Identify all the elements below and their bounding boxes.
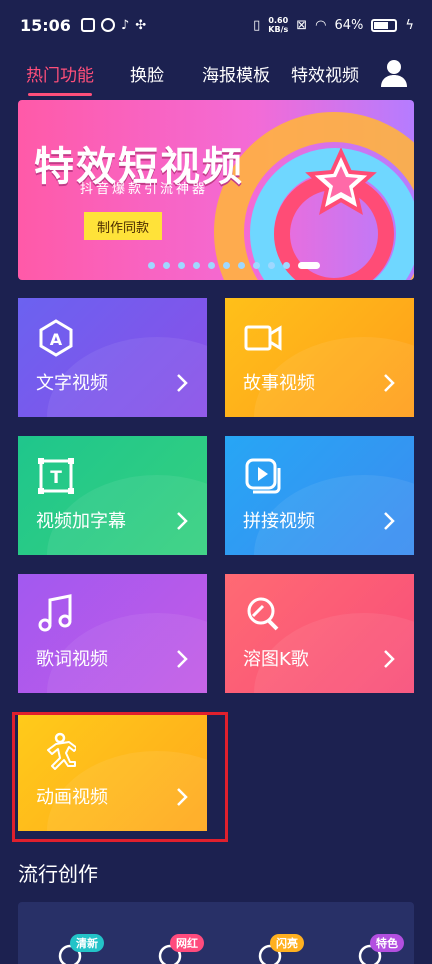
wifi-icon: ◠ [315,17,327,33]
category-badge: 清新 [70,934,104,952]
popular-creation-panel: 清新 网红 闪亮 特色 [18,902,414,964]
pagination-dot[interactable] [268,262,275,269]
status-bar: 15:06 ♪ ✣ ▯ 0.60 KB/s ⊠ ◠ 64% ϟ [0,0,432,50]
category-badge: 特色 [370,934,404,952]
tab-poster-templates[interactable]: 海报模板 [202,50,270,96]
pagination-dot[interactable] [193,262,200,269]
tab-face-swap[interactable]: 换脸 [130,50,164,96]
network-speed-unit: KB/s [268,25,289,34]
video-subtitle-card[interactable]: T 视频加字幕 [18,436,207,555]
status-time: 15:06 [20,15,71,35]
card-label: 歌词视频 [36,649,108,670]
chevron-right-icon [384,374,395,392]
camera-icon [244,325,282,351]
svg-text:T: T [50,468,62,488]
tab-hot-features[interactable]: 热门功能 [26,50,94,96]
music-note-icon [38,594,72,632]
card-label: 溶图K歌 [243,649,309,670]
promo-banner[interactable]: 特效短视频 抖音爆款引流神器 制作同款 [18,100,414,280]
card-label: 文字视频 [36,373,108,394]
play-stack-icon [245,458,281,494]
animation-video-card[interactable]: 动画视频 [18,712,207,831]
story-video-card[interactable]: 故事视频 [225,298,414,417]
vibrate-icon: ▯ [253,17,261,33]
status-right: ▯ 0.60 KB/s ⊠ ◠ 64% ϟ [253,16,414,34]
pagination-dot[interactable] [223,262,230,269]
star-icon [305,148,377,216]
category-badge: 网红 [170,934,204,952]
battery-percent: 64% [334,17,364,33]
chevron-right-icon [177,512,188,530]
tab-effect-video[interactable]: 特效视频 [291,50,359,96]
pagination-dot[interactable] [163,262,170,269]
chevron-right-icon [177,374,188,392]
tab-label: 热门功能 [26,65,94,86]
notification-icons: ♪ ✣ [80,17,147,33]
banner-pagination [148,262,320,269]
tiktok-icon: ♪ [120,17,130,33]
subtitle-t-icon: T [38,458,74,494]
fan-icon: ✣ [135,17,147,33]
category-badge: 闪亮 [270,934,304,952]
network-speed: 0.60 KB/s [268,16,288,34]
network-speed-value: 0.60 [268,16,289,25]
pagination-dot[interactable] [298,262,320,269]
chevron-right-icon [177,788,188,806]
text-a-icon: A [39,319,73,357]
profile-icon[interactable] [380,58,408,88]
running-person-icon [47,732,76,770]
top-tabs: 热门功能 换脸 海报模板 特效视频 [0,50,432,96]
pagination-dot[interactable] [208,262,215,269]
svg-text:A: A [50,330,63,349]
make-same-button[interactable]: 制作同款 [84,212,162,240]
text-video-card[interactable]: A 文字视频 [18,298,207,417]
lyrics-video-card[interactable]: 歌词视频 [18,574,207,693]
mic-icon [247,597,279,631]
card-label: 视频加字幕 [36,511,126,532]
splice-video-card[interactable]: 拼接视频 [225,436,414,555]
blend-karaoke-card[interactable]: 溶图K歌 [225,574,414,693]
pagination-dot[interactable] [178,262,185,269]
chevron-right-icon [384,512,395,530]
section-title: 流行创作 [18,862,98,886]
card-label: 拼接视频 [243,511,315,532]
pagination-dot[interactable] [148,262,155,269]
sim-icon: ⊠ [296,17,308,33]
tab-label: 换脸 [130,65,164,86]
pagination-dot[interactable] [283,262,290,269]
app-notification-icon [80,18,95,32]
chevron-right-icon [384,650,395,668]
app-notification-icon [100,18,115,32]
card-label: 故事视频 [243,373,315,394]
tab-label: 特效视频 [291,65,359,86]
chevron-right-icon [177,650,188,668]
card-label: 动画视频 [36,787,108,808]
tab-label: 海报模板 [202,65,270,86]
pagination-dot[interactable] [238,262,245,269]
pagination-dot[interactable] [253,262,260,269]
banner-subtitle: 抖音爆款引流神器 [80,182,209,197]
charging-icon: ϟ [405,17,414,33]
battery-icon [371,18,398,32]
